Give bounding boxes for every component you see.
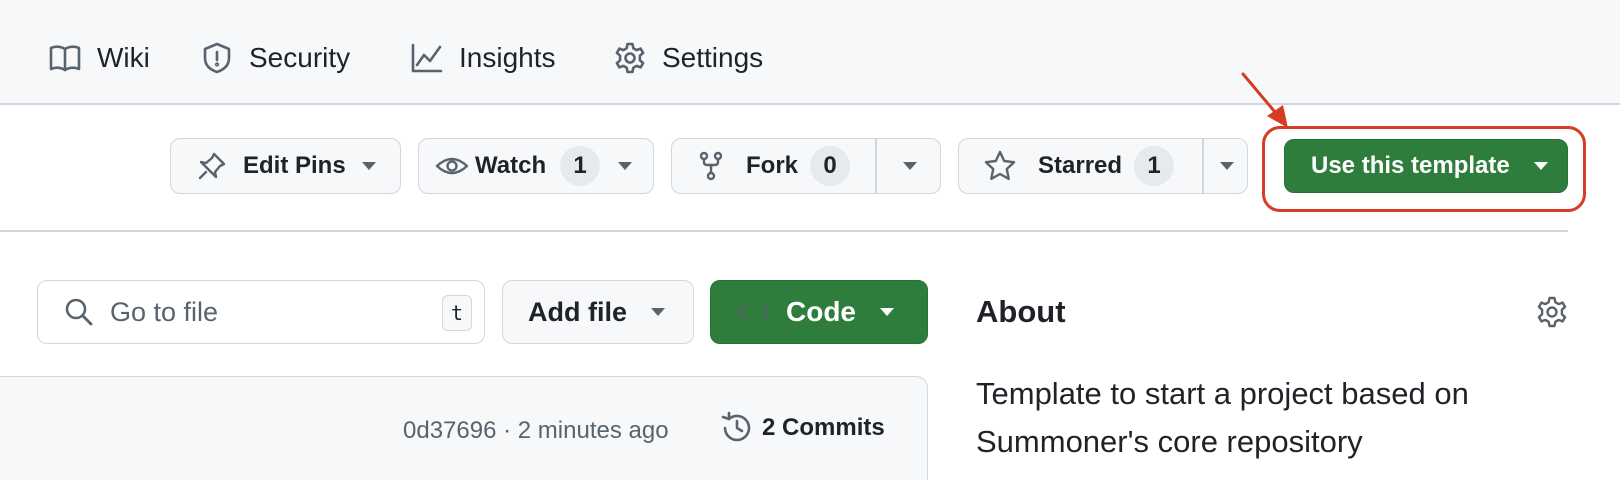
star-button-group: Starred 1 (958, 138, 1248, 194)
chevron-down-icon (880, 308, 894, 316)
nav-item-settings[interactable]: Settings (613, 36, 763, 80)
section-divider (0, 230, 1568, 232)
fork-dropdown-button[interactable] (877, 139, 942, 193)
code-button[interactable]: Code (710, 280, 928, 344)
latest-commit-bar: 0d37696 · 2 minutes ago 2 Commits (0, 376, 928, 480)
meta-separator: · (503, 417, 512, 444)
nav-item-label: Settings (662, 42, 764, 73)
edit-pins-label: Edit Pins (243, 152, 346, 179)
commit-time: 2 minutes ago (517, 417, 669, 444)
star-count-badge: 1 (1134, 146, 1175, 186)
fork-button[interactable]: Fork 0 (672, 139, 875, 193)
nav-item-label: Wiki (97, 42, 150, 73)
gear-icon[interactable] (1535, 295, 1569, 329)
commit-hash-link[interactable]: 0d37696 (403, 417, 496, 444)
chevron-down-icon (618, 162, 633, 170)
eye-icon (435, 157, 469, 175)
fork-count-badge: 0 (810, 146, 851, 186)
pin-icon (198, 152, 226, 180)
code-label: Code (786, 296, 856, 327)
commits-count-label: 2 Commits (762, 414, 885, 441)
shield-icon (203, 42, 231, 74)
watch-count-badge: 1 (560, 146, 601, 186)
go-to-file-search[interactable]: t (37, 280, 485, 344)
chevron-down-icon (361, 162, 376, 170)
about-heading: About (976, 294, 1066, 329)
nav-item-wiki[interactable]: Wiki (48, 36, 150, 80)
chevron-down-icon (1219, 162, 1234, 170)
watch-button[interactable]: Watch 1 (418, 138, 654, 194)
code-icon (737, 301, 771, 323)
graph-icon (411, 43, 443, 73)
search-input[interactable] (110, 296, 430, 328)
star-dropdown-button[interactable] (1204, 139, 1249, 193)
repo-description: Template to start a project based on Sum… (976, 376, 1469, 459)
commit-meta: 0d37696 · 2 minutes ago (403, 417, 669, 445)
starred-label: Starred (1038, 152, 1123, 179)
watch-label: Watch (475, 152, 547, 179)
fork-button-group: Fork 0 (671, 138, 941, 194)
starred-button[interactable]: Starred 1 (959, 139, 1203, 193)
add-file-button[interactable]: Add file (502, 280, 694, 344)
nav-item-label: Insights (459, 42, 556, 73)
chevron-down-icon (902, 162, 917, 170)
add-file-label: Add file (528, 296, 627, 327)
keyboard-shortcut-hint: t (442, 295, 472, 331)
nav-item-label: Security (249, 42, 351, 73)
history-icon (721, 411, 751, 442)
star-filled-icon (984, 150, 1016, 180)
gear-icon (615, 42, 645, 74)
nav-item-insights[interactable]: Insights (410, 36, 556, 80)
nav-item-security[interactable]: Security (200, 36, 350, 80)
fork-icon (699, 151, 723, 181)
chevron-down-icon (651, 308, 665, 316)
fork-label: Fork (746, 152, 799, 179)
annotation-arrow (1241, 72, 1288, 128)
edit-pins-button[interactable]: Edit Pins (170, 138, 401, 194)
search-icon (65, 298, 93, 326)
book-icon (49, 45, 81, 72)
commits-link[interactable]: 2 Commits (720, 411, 885, 445)
annotation-highlight-box (1262, 126, 1586, 212)
repo-nav: Wiki Security Insights Settings (0, 0, 1620, 105)
